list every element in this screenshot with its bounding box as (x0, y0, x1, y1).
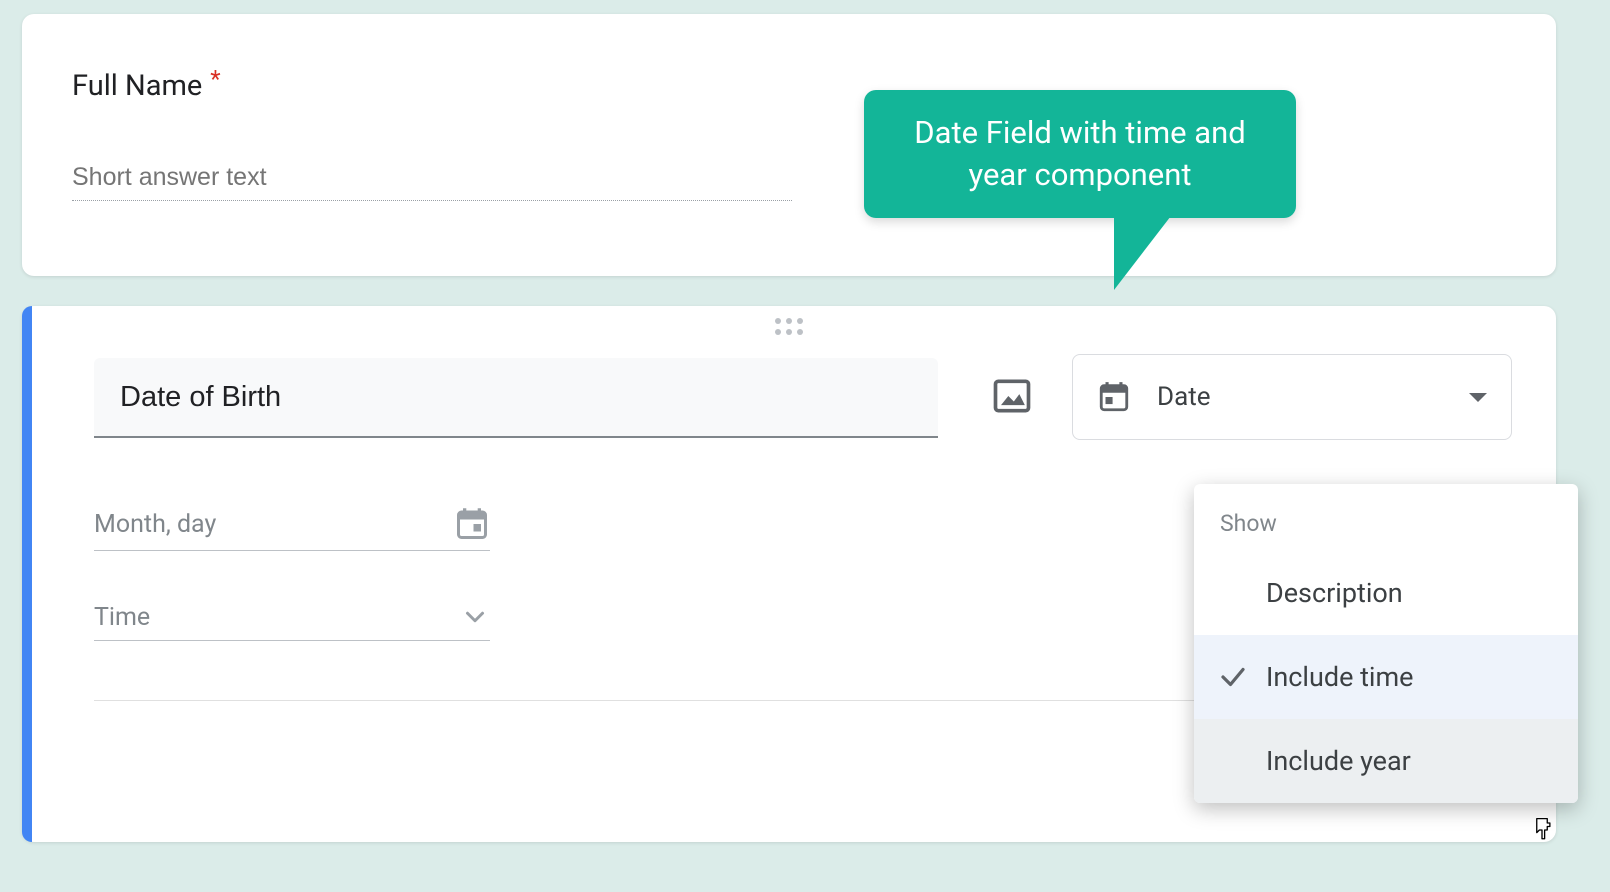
question-options-menu: Show Description Include time Include ye… (1194, 484, 1578, 803)
dropdown-caret-icon (1469, 393, 1487, 402)
chevron-down-icon (460, 602, 490, 632)
add-image-button[interactable] (990, 374, 1034, 418)
menu-item-label: Include time (1266, 661, 1413, 693)
short-answer-input[interactable] (72, 163, 792, 201)
date-field-preview: Month, day (94, 506, 490, 551)
time-field-placeholder: Time (94, 603, 150, 632)
selected-accent-bar (22, 306, 32, 842)
question-type-label: Date (1157, 382, 1469, 412)
menu-section-header: Show (1194, 504, 1578, 551)
annotation-callout: Date Field with time and year component (864, 90, 1296, 218)
menu-item-include-time[interactable]: Include time (1194, 635, 1578, 719)
question-card-fullname: Full Name * (22, 14, 1556, 276)
image-icon (990, 374, 1034, 418)
question-type-select[interactable]: Date (1072, 354, 1512, 440)
drag-handle-icon[interactable] (775, 318, 803, 335)
calendar-icon (1097, 380, 1131, 414)
calendar-icon (454, 506, 490, 542)
check-icon (1218, 662, 1266, 692)
menu-item-label: Include year (1266, 745, 1411, 777)
date-field-placeholder: Month, day (94, 510, 216, 539)
question-title-text: Full Name (72, 69, 202, 103)
menu-item-include-year[interactable]: Include year (1194, 719, 1578, 803)
time-field-preview: Time (94, 602, 490, 641)
question-title-input[interactable] (94, 358, 938, 438)
annotation-text: Date Field with time and year component (914, 114, 1246, 193)
required-asterisk: * (210, 67, 220, 91)
menu-item-description[interactable]: Description (1194, 551, 1578, 635)
menu-item-label: Description (1266, 577, 1403, 609)
